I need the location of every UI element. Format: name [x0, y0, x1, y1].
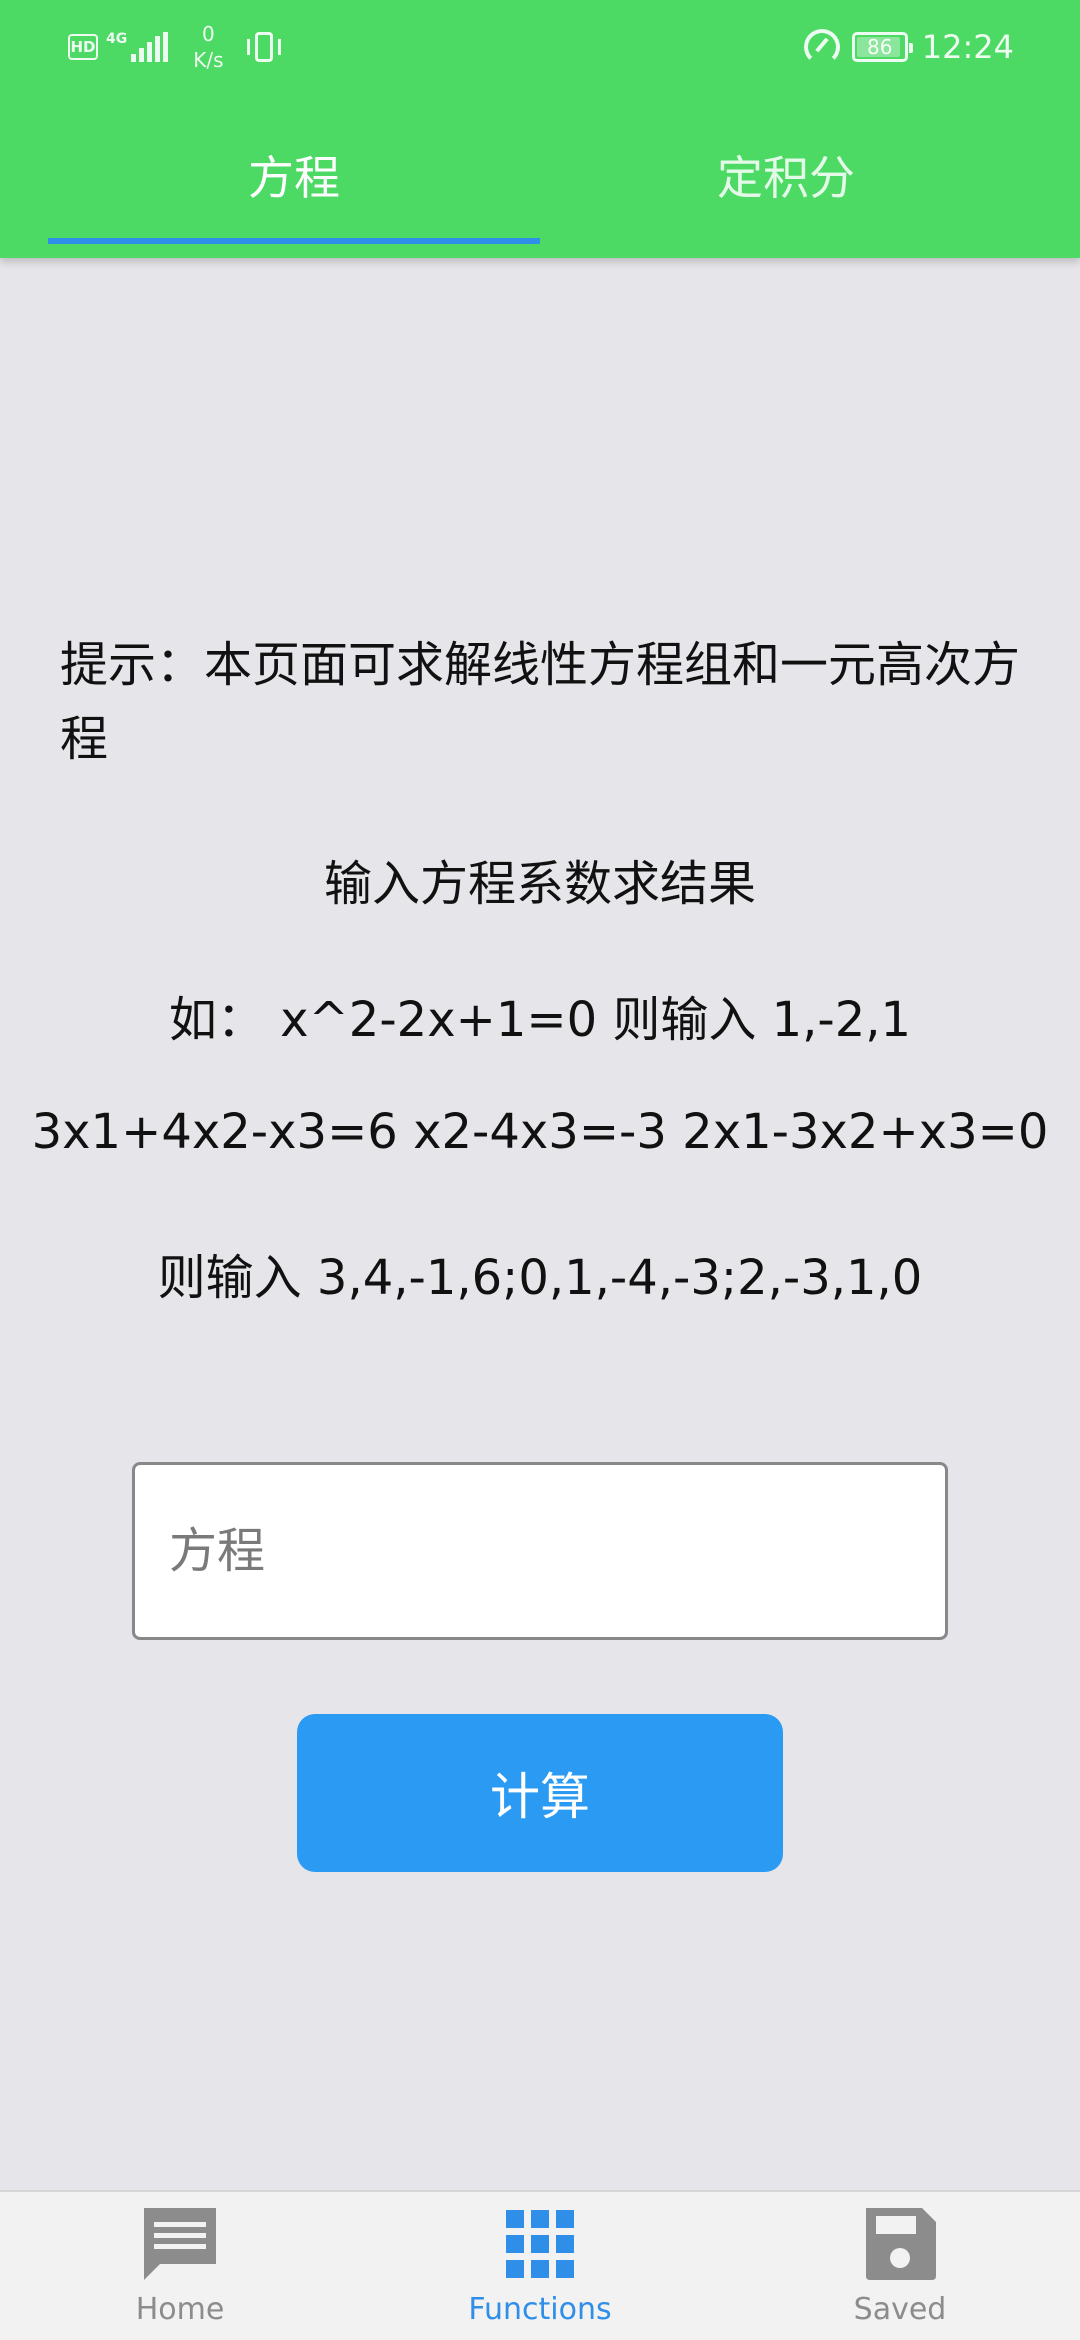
nav-functions-label: Functions — [468, 2292, 612, 2327]
status-bar: HD 4G 0 K/s 86 12:24 — [0, 0, 1080, 92]
clock: 12:24 — [921, 28, 1014, 66]
status-left: HD 4G 0 K/s — [68, 22, 284, 72]
tab-definite-integral[interactable]: 定积分 — [540, 92, 1032, 258]
status-right: 86 12:24 — [803, 22, 1014, 72]
calculate-button[interactable]: 计算 — [297, 1714, 783, 1872]
nav-home-label: Home — [135, 2292, 225, 2327]
battery-level: 86 — [867, 35, 893, 59]
bottom-navigation: Home Functions Saved — [0, 2190, 1080, 2340]
network-speed-value: 0 — [202, 22, 215, 46]
nav-functions[interactable]: Functions — [360, 2192, 720, 2340]
network-speed-unit: K/s — [193, 48, 224, 72]
app-header: HD 4G 0 K/s 86 12:24 方程 定积分 — [0, 0, 1080, 258]
example-linear-system: 3x1+4x2-x3=6 x2-4x3=-3 2x1-3x2+x3=0 — [31, 1104, 1049, 1160]
save-icon — [866, 2208, 936, 2280]
network-speed: 0 K/s — [193, 21, 223, 73]
example-quadratic: 如： x^2-2x+1=0 则输入 1,-2,1 — [168, 992, 912, 1048]
instruction-text: 输入方程系数求结果 — [323, 856, 756, 912]
tab-bar: 方程 定积分 — [0, 92, 1080, 258]
grid-icon — [506, 2210, 574, 2278]
battery-icon: 86 — [851, 32, 913, 62]
nav-saved-label: Saved — [853, 2292, 947, 2327]
equation-input[interactable] — [132, 1462, 948, 1640]
nav-saved[interactable]: Saved — [720, 2192, 1080, 2340]
tab-indicator — [48, 238, 540, 244]
signal-icon — [131, 32, 171, 62]
message-icon — [144, 2208, 216, 2280]
tab-equation[interactable]: 方程 — [48, 92, 540, 258]
hd-icon: HD — [68, 34, 98, 60]
speedometer-icon — [803, 29, 840, 65]
nav-home[interactable]: Home — [0, 2192, 360, 2340]
network-type-label: 4G — [106, 31, 128, 47]
hint-text: 提示：本页面可求解线性方程组和一元高次方程 — [60, 637, 1021, 767]
equation-page: 提示：本页面可求解线性方程组和一元高次方程 输入方程系数求结果 如： x^2-2… — [0, 258, 1080, 2190]
example-linear-input: 则输入 3,4,-1,6;0,1,-4,-3;2,-3,1,0 — [157, 1250, 923, 1306]
vibrate-icon — [244, 30, 284, 64]
